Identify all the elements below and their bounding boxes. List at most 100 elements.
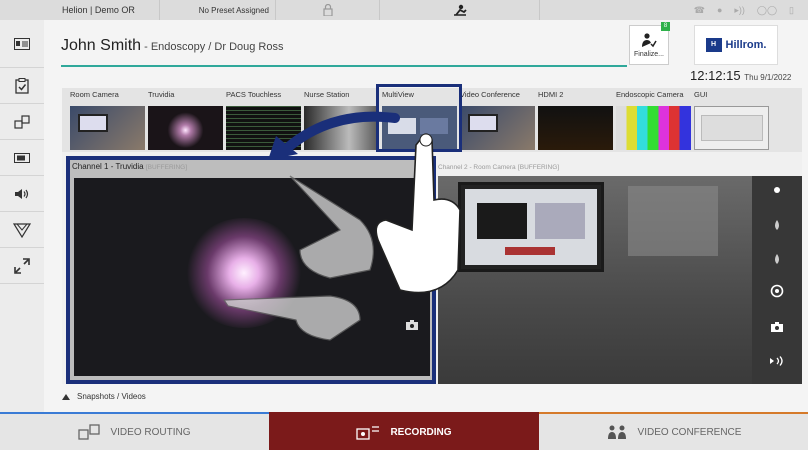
broadcast-icon: ▸))	[734, 4, 745, 15]
record-dot-icon: ●	[716, 5, 723, 15]
hillrom-mark: H	[705, 38, 722, 52]
surgeon-button[interactable]	[380, 0, 540, 20]
source-label: GUI	[694, 90, 708, 99]
preset-status[interactable]: No Preset Assigned	[160, 0, 276, 20]
patient-info: John Smith - Endoscopy / Dr Doug Ross	[61, 37, 284, 55]
top-status-bar: Helion | Demo OR No Preset Assigned ☎ ● …	[0, 0, 808, 20]
lock-icon	[322, 4, 333, 16]
room-monitor-image	[458, 182, 604, 272]
source-label: HDMI 2	[538, 90, 564, 99]
lighting-button[interactable]	[0, 212, 44, 248]
source-label: Truvidia	[148, 90, 175, 99]
channel-2-title: Channel 2 - Room Camera	[438, 164, 516, 171]
channel-1-video	[74, 178, 430, 376]
drop-icon[interactable]	[773, 254, 781, 264]
channel-2-status: [BUFFERING]	[517, 164, 560, 171]
source-thumbnail	[694, 106, 769, 150]
source-endoscopic-camera[interactable]: Endoscopic Camera	[616, 90, 691, 150]
channel-2-controls	[752, 176, 802, 384]
clock: 12:12:15 Thu 9/1/2022	[690, 68, 791, 83]
recording-icon	[356, 426, 380, 440]
tab-video-conference[interactable]: VIDEO CONFERENCE	[539, 412, 808, 450]
patient-card-button[interactable]	[0, 20, 44, 68]
routing-icon	[14, 114, 30, 129]
conference-icon	[607, 425, 626, 439]
channel-1-panel[interactable]: Channel 1 - Truvidia [BUFFERING]	[66, 156, 436, 384]
source-hdmi-2[interactable]: HDMI 2	[538, 90, 613, 150]
channel-1-title: Channel 1 - Truvidia	[72, 162, 144, 171]
procedure-info: - Endoscopy / Dr Doug Ross	[141, 41, 284, 53]
system-icons: ☎ ● ▸)) ◯◯ ▯	[540, 0, 808, 20]
tab-video-conference-label: VIDEO CONFERENCE	[637, 426, 742, 438]
dot-icon[interactable]	[773, 186, 781, 194]
snapshots-label: Snapshots / Videos	[77, 392, 146, 401]
channel-1-snapshot-icon[interactable]	[406, 320, 418, 330]
channel-1-header: Channel 1 - Truvidia [BUFFERING]	[72, 162, 187, 171]
stream-icon[interactable]	[770, 356, 784, 366]
source-label: PACS Touchless	[226, 90, 282, 99]
surgeon-icon	[453, 4, 467, 16]
snapshots-toggle[interactable]: Snapshots / Videos	[62, 392, 146, 401]
drop-icon[interactable]	[773, 220, 781, 230]
brand-name: Hillrom.	[725, 39, 767, 51]
source-gui[interactable]: GUI	[694, 90, 769, 150]
source-thumbnail	[304, 106, 379, 150]
header-divider	[61, 65, 627, 67]
caret-up-icon	[62, 393, 70, 400]
patient-name: John Smith	[61, 37, 142, 54]
source-thumbnail	[70, 106, 145, 150]
snapshot-icon[interactable]	[771, 322, 783, 332]
tab-recording-label: RECORDING	[390, 426, 452, 438]
source-thumbnail	[148, 106, 223, 150]
camera-switch-icon[interactable]	[770, 284, 784, 298]
selected-source-highlight	[376, 84, 462, 152]
glasses-icon: ◯◯	[756, 4, 778, 15]
expand-button[interactable]	[0, 248, 44, 284]
tab-recording[interactable]: RECORDING	[269, 412, 539, 450]
lock-button[interactable]	[276, 0, 380, 20]
source-label: Video Conference	[460, 90, 520, 99]
lighting-icon	[13, 222, 31, 238]
display-icon	[14, 152, 30, 163]
speaker-icon	[15, 188, 29, 199]
finalize-badge: 8	[661, 22, 670, 31]
checklist-icon	[15, 77, 29, 94]
phone-icon[interactable]: ☎	[694, 5, 705, 16]
source-truvidia[interactable]: Truvidia	[148, 90, 223, 150]
routing-icon	[78, 424, 101, 440]
source-label: Room Camera	[70, 90, 119, 99]
source-pacs-touchless[interactable]: PACS Touchless	[226, 90, 301, 150]
source-label: Nurse Station	[304, 90, 350, 99]
finalize-label: Finalize...	[634, 51, 664, 58]
source-thumbnail	[226, 106, 301, 150]
channels-area: Channel 1 - Truvidia [BUFFERING] Channel…	[62, 152, 802, 384]
bottom-nav: VIDEO ROUTING RECORDING VIDEO CONFERENCE	[0, 412, 808, 450]
routing-button[interactable]	[0, 104, 44, 140]
clock-date: Thu 9/1/2022	[744, 73, 792, 82]
brand-logo: H Hillrom.	[694, 25, 778, 65]
room-name: Helion | Demo OR	[0, 0, 160, 20]
channel-1-status: [BUFFERING]	[145, 164, 187, 171]
left-sidebar	[0, 20, 44, 412]
patient-header: John Smith - Endoscopy / Dr Doug Ross 8 …	[44, 20, 808, 68]
channel-2-header: Channel 2 - Room Camera [BUFFERING]	[438, 162, 559, 171]
battery-icon: ▯	[789, 4, 794, 15]
tab-video-routing-label: VIDEO ROUTING	[110, 426, 191, 438]
audio-button[interactable]	[0, 176, 44, 212]
finalize-icon	[642, 33, 657, 48]
source-label: Endoscopic Camera	[616, 90, 684, 99]
tab-video-routing[interactable]: VIDEO ROUTING	[0, 412, 269, 450]
source-thumbnail	[616, 106, 691, 150]
source-thumbnail	[538, 106, 613, 150]
channel-2-panel[interactable]	[438, 176, 802, 384]
patient-card-icon	[14, 37, 30, 50]
source-room-camera[interactable]: Room Camera	[70, 90, 145, 150]
checklist-button[interactable]	[0, 68, 44, 104]
display-button[interactable]	[0, 140, 44, 176]
source-nurse-station[interactable]: Nurse Station	[304, 90, 379, 150]
clock-time: 12:12:15	[690, 68, 741, 83]
source-thumbnail	[460, 106, 535, 150]
expand-icon	[14, 257, 30, 274]
finalize-button[interactable]: 8 Finalize...	[629, 22, 670, 65]
source-video-conference[interactable]: Video Conference	[460, 90, 535, 150]
